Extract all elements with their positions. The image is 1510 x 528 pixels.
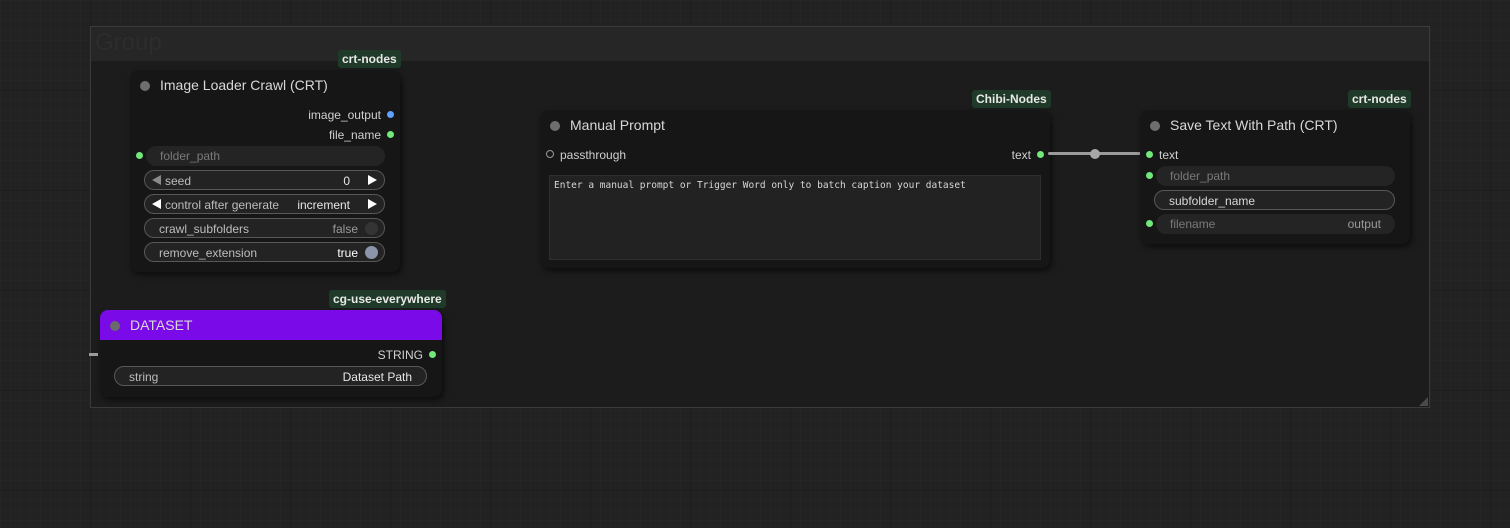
input-label-text: text [1159, 148, 1179, 162]
group-title: Group [95, 29, 162, 56]
widget-value: output [1347, 217, 1381, 231]
folder-path-field[interactable]: folder_path [146, 146, 385, 166]
widget-value: Dataset Path [342, 370, 412, 384]
node-title: Manual Prompt [570, 117, 665, 133]
widget-label: control after generate [165, 198, 280, 212]
node-title: Save Text With Path (CRT) [1170, 117, 1338, 133]
toggle-on-icon[interactable] [365, 246, 378, 259]
collapse-dot-icon[interactable] [140, 81, 150, 91]
node-source-badge: cg-use-everywhere [329, 290, 446, 308]
node-title-bar[interactable]: Image Loader Crawl (CRT) [130, 70, 400, 100]
node-title-bar[interactable]: Save Text With Path (CRT) [1140, 110, 1410, 140]
decrement-arrow-icon[interactable] [152, 175, 161, 185]
remove-extension-toggle[interactable]: remove_extension true [144, 242, 385, 262]
output-slot-string[interactable] [429, 351, 436, 358]
manual-prompt-node[interactable]: Manual Prompt passthrough text Enter a m… [540, 110, 1050, 268]
input-slot-text[interactable] [1146, 151, 1153, 158]
widget-label: string [129, 370, 159, 384]
output-label-image-output: image_output [308, 108, 381, 122]
seed-number-widget[interactable]: seed 0 [144, 170, 385, 190]
link-stub [89, 353, 98, 356]
widget-label: seed [165, 174, 192, 188]
image-loader-crawl-node[interactable]: Image Loader Crawl (CRT) image_output fi… [130, 70, 400, 272]
widget-value: false [332, 222, 358, 236]
widget-value: true [337, 246, 358, 260]
node-title: Image Loader Crawl (CRT) [160, 77, 328, 93]
subfolder-name-field[interactable]: subfolder_name [1154, 190, 1395, 210]
output-slot-image-output[interactable] [387, 111, 394, 118]
filename-field[interactable]: filename output [1156, 214, 1395, 234]
collapse-dot-icon[interactable] [110, 321, 120, 331]
next-arrow-icon[interactable] [368, 199, 377, 209]
folder-path-field[interactable]: folder_path [1156, 166, 1395, 186]
dataset-node[interactable]: DATASET STRING string Dataset Path [100, 310, 442, 397]
prompt-textarea[interactable]: Enter a manual prompt or Trigger Word on… [549, 175, 1041, 260]
node-title-bar[interactable]: DATASET [100, 310, 442, 340]
node-source-badge: crt-nodes [338, 50, 401, 68]
widget-label: filename [1170, 217, 1216, 231]
output-label-file-name: file_name [328, 128, 381, 142]
group-resize-handle[interactable] [1419, 397, 1428, 406]
widget-label: subfolder_name [1169, 194, 1256, 208]
output-slot-file-name[interactable] [387, 131, 394, 138]
output-label-string: STRING [377, 348, 423, 362]
input-slot-filename[interactable] [1146, 220, 1153, 227]
output-slot-text[interactable] [1037, 151, 1044, 158]
input-slot-passthrough[interactable] [546, 150, 554, 158]
collapse-dot-icon[interactable] [1150, 121, 1160, 131]
widget-label: remove_extension [159, 246, 258, 260]
group-header[interactable]: Group [91, 27, 1429, 61]
node-title-bar[interactable]: Manual Prompt [540, 110, 1050, 140]
toggle-off-icon[interactable] [365, 222, 378, 235]
control-after-generate-combo[interactable]: control after generate increment [144, 194, 385, 214]
node-title: DATASET [130, 317, 193, 333]
previous-arrow-icon[interactable] [152, 199, 161, 209]
node-source-badge: Chibi-Nodes [972, 90, 1051, 108]
output-label-text: text [1011, 148, 1031, 162]
widget-label: folder_path [160, 149, 221, 163]
widget-label: crawl_subfolders [159, 222, 250, 236]
string-text-widget[interactable]: string Dataset Path [114, 366, 427, 386]
collapse-dot-icon[interactable] [550, 121, 560, 131]
input-slot-folder-path[interactable] [1146, 172, 1153, 179]
input-label-passthrough: passthrough [560, 148, 627, 162]
link-midpoint-knob[interactable] [1090, 149, 1100, 159]
widget-value: increment [297, 198, 350, 212]
crawl-subfolders-toggle[interactable]: crawl_subfolders false [144, 218, 385, 238]
increment-arrow-icon[interactable] [368, 175, 377, 185]
widget-label: folder_path [1170, 169, 1231, 183]
node-source-badge: crt-nodes [1348, 90, 1411, 108]
widget-value: 0 [343, 174, 350, 188]
save-text-with-path-node[interactable]: Save Text With Path (CRT) text folder_pa… [1140, 110, 1410, 244]
input-slot-folder-path[interactable] [136, 152, 143, 159]
